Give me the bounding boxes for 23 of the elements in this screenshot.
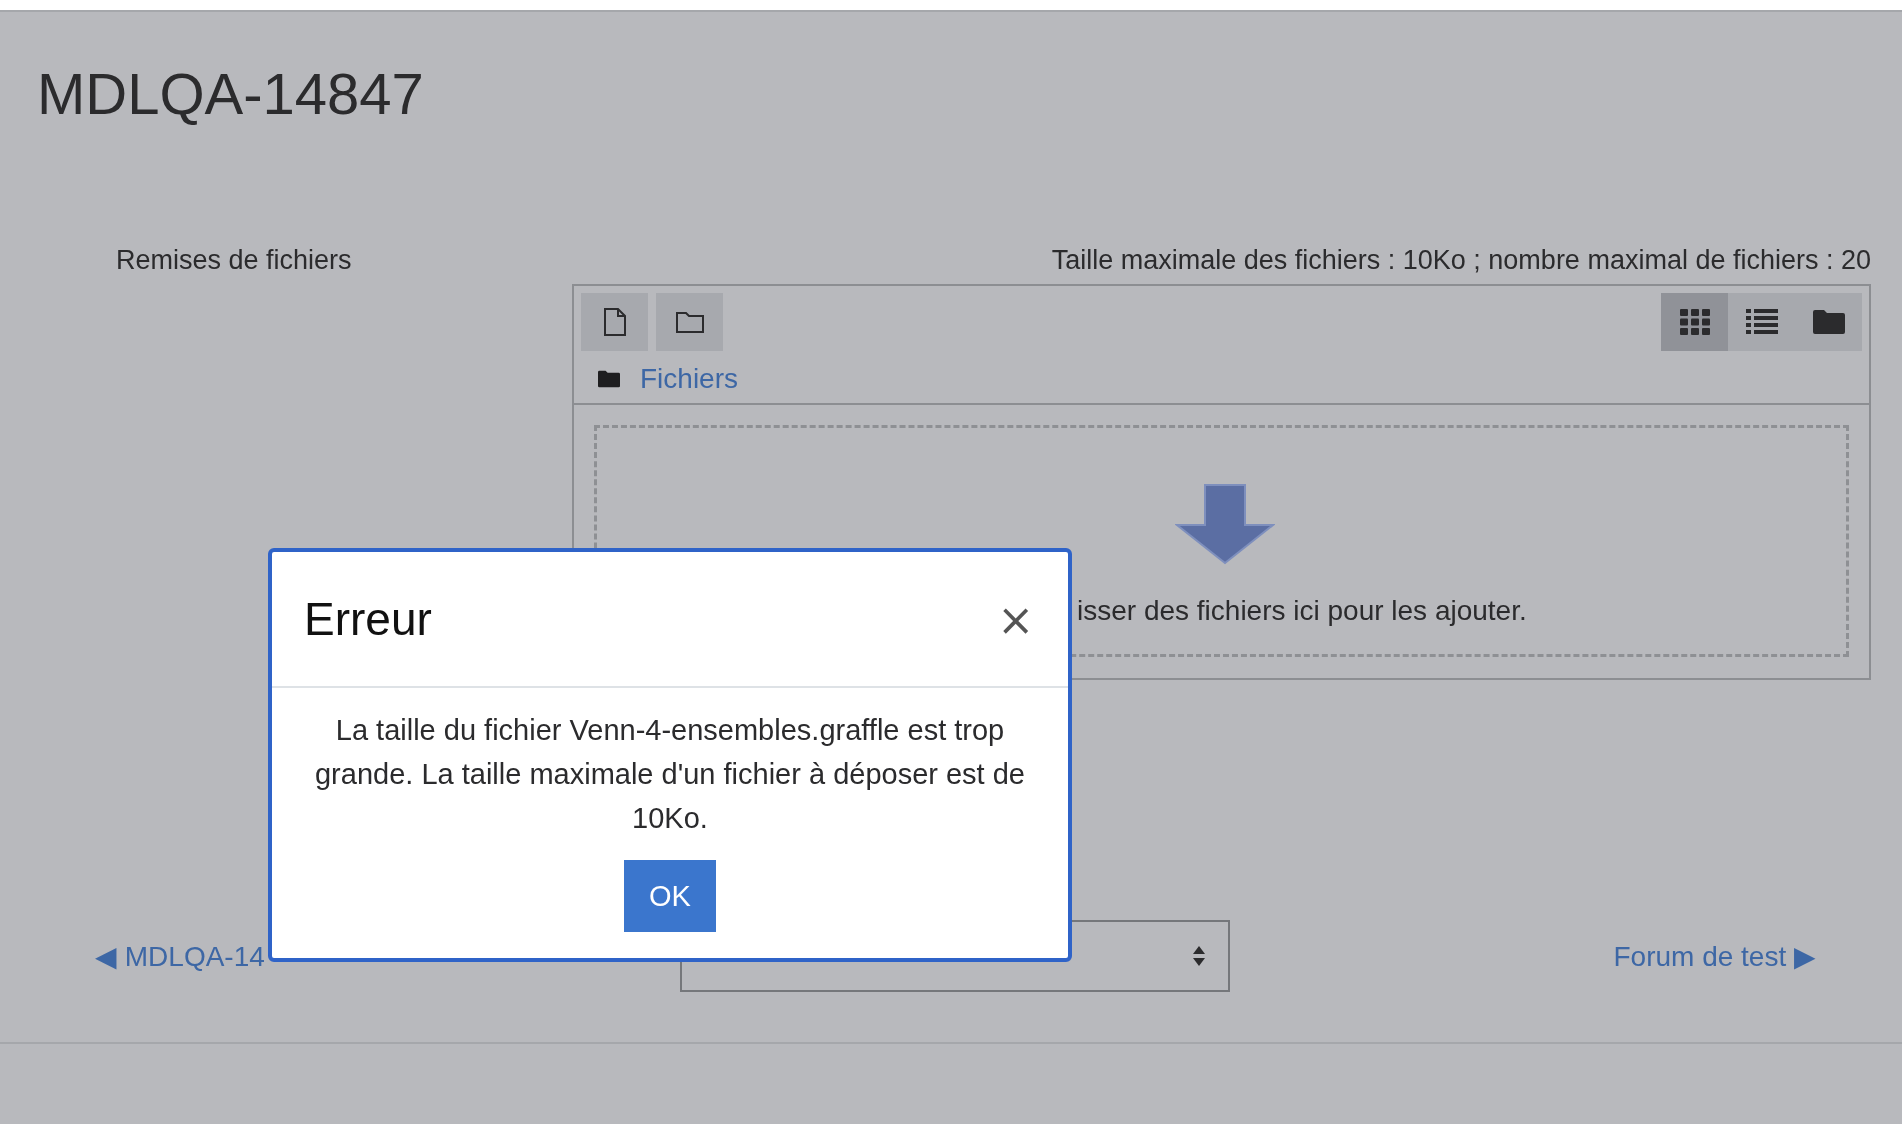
breadcrumb-link[interactable]: Fichiers [640, 363, 738, 395]
view-button[interactable] [1795, 293, 1862, 351]
folder-icon [1812, 309, 1845, 335]
add-file-button[interactable] [581, 293, 648, 351]
list-icon [1745, 309, 1778, 335]
drop-hint: isser des fichiers ici pour les ajouter. [1077, 595, 1527, 627]
file-icon [602, 308, 627, 336]
view-button[interactable] [1661, 293, 1728, 351]
next-link[interactable]: Forum de test ▶ [1613, 939, 1816, 973]
error-message: La taille du fichier Venn-4-ensembles.graffle est trop grande. La taille maximale d'un fichier à déposer est de 10Ko. [314, 713, 1026, 836]
close-button[interactable]: × [993, 593, 1038, 645]
folder-icon [674, 310, 705, 334]
page-title: MDLQA-14847 [36, 60, 424, 127]
select-caret-icon [1192, 945, 1206, 967]
ok-button[interactable]: OK [624, 860, 716, 932]
view-button[interactable] [1728, 293, 1795, 351]
field-label: Remises de fichiers [116, 245, 353, 276]
grid-icon [1679, 309, 1710, 335]
create-folder-button[interactable] [656, 293, 723, 351]
file-limits-text: Taille maximale des fichiers : 10Ko ; nombre maximal de fichiers : 20 [1051, 245, 1871, 276]
folder-icon [598, 370, 620, 388]
dialog-title: Erreur [304, 592, 432, 646]
down-arrow-icon [1175, 483, 1275, 565]
